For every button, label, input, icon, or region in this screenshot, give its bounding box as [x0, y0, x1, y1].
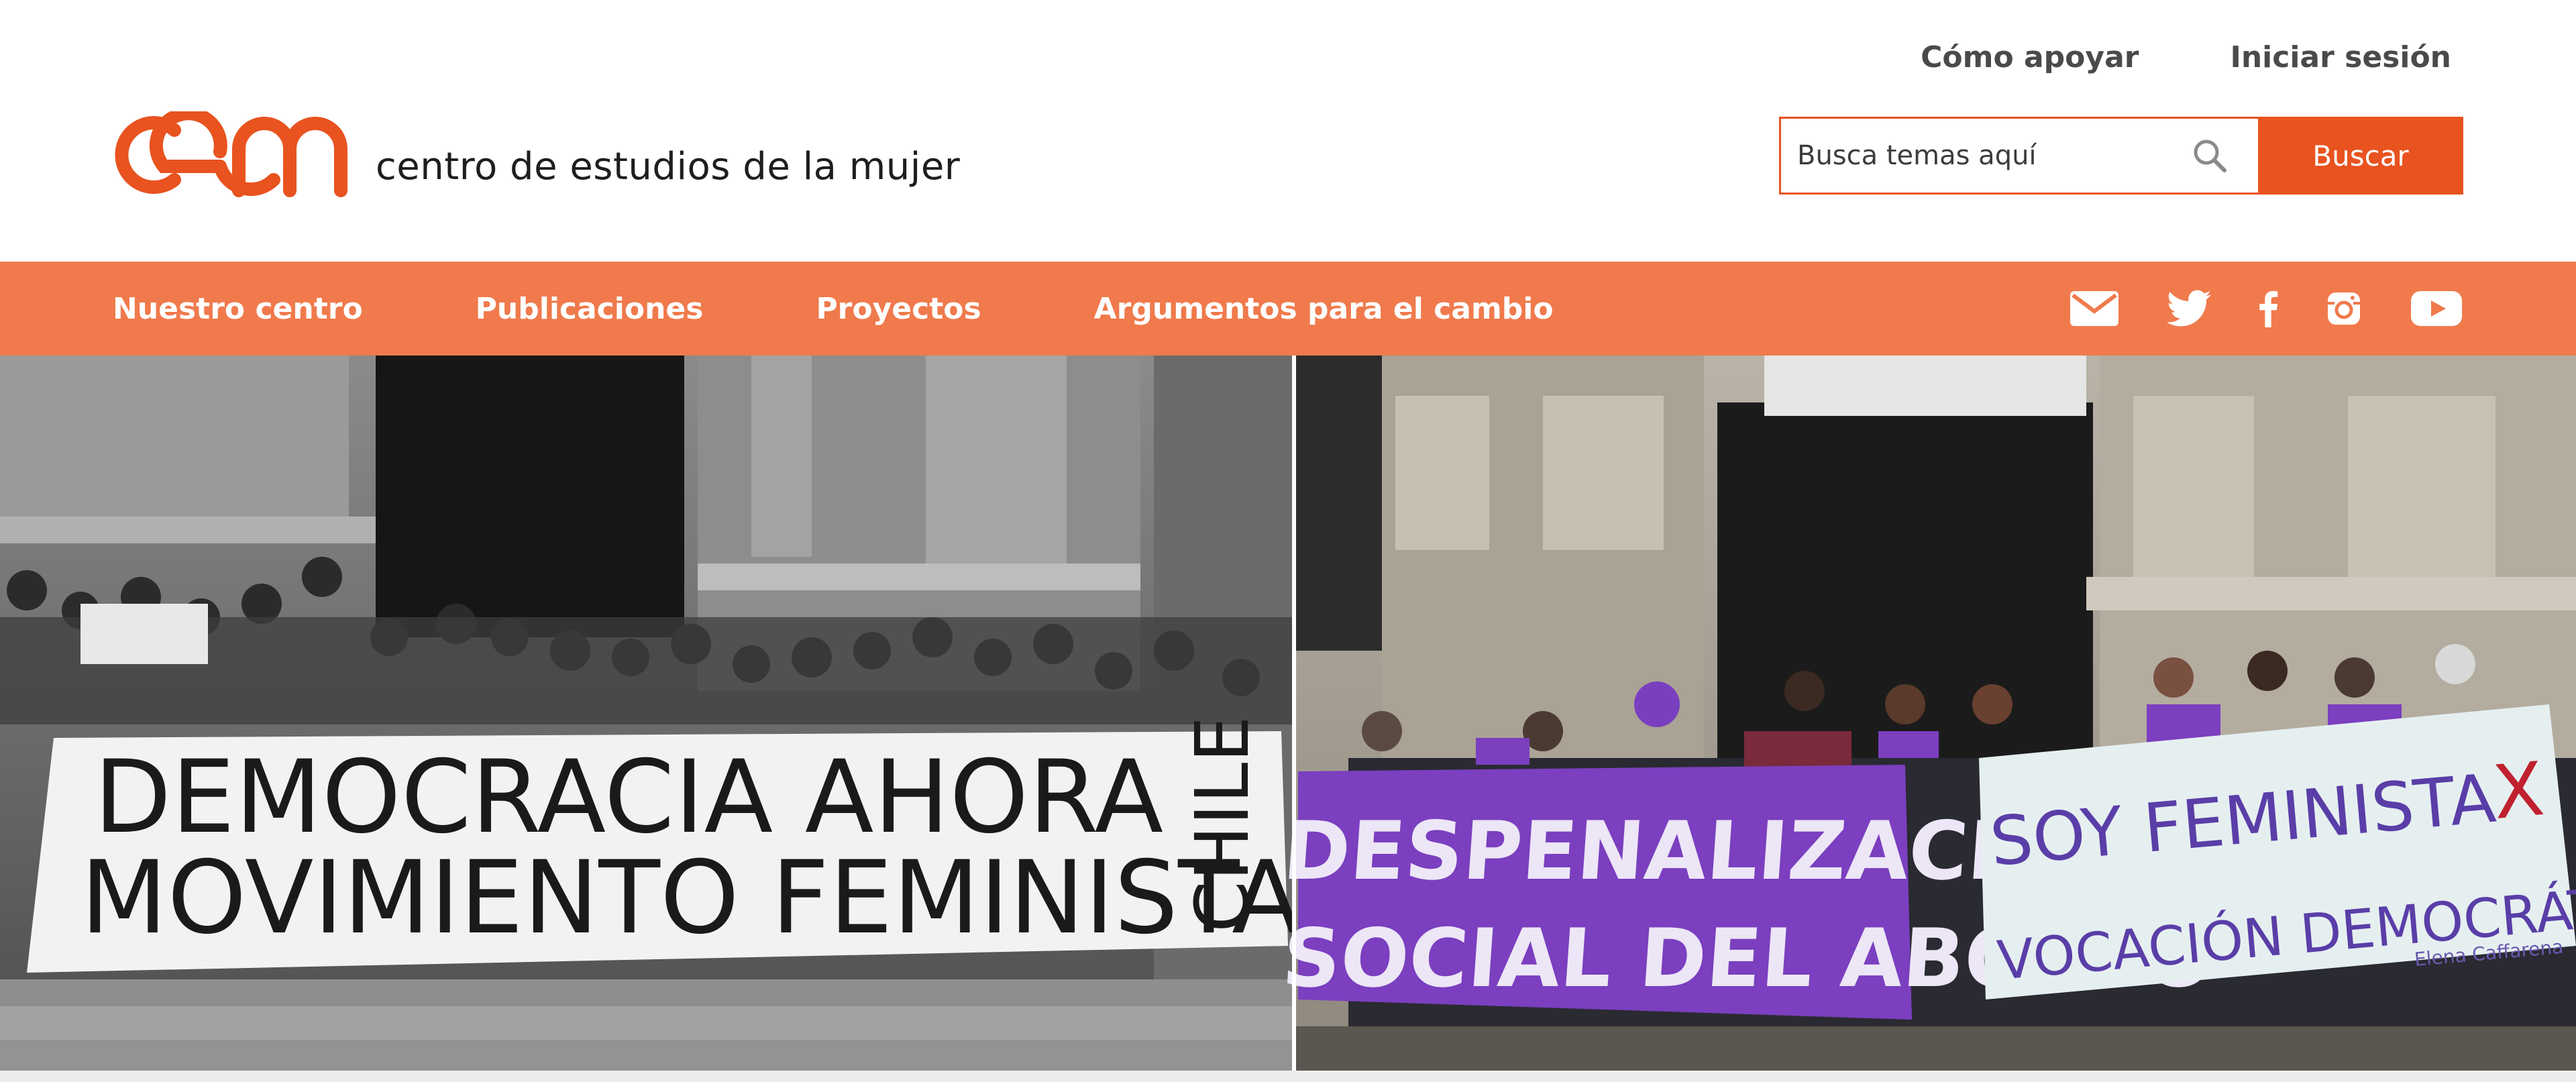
- support-link[interactable]: Cómo apoyar: [1921, 40, 2139, 74]
- search-field: [1779, 117, 2258, 195]
- banner-line-2: MOVIMIENTO FEMINISTA: [80, 840, 1301, 957]
- photo-divider: [1292, 356, 1296, 1071]
- youtube-icon[interactable]: [2410, 290, 2463, 327]
- historic-photo: DEMOCRACIA AHORA MOVIMIENTO FEMINISTA CH…: [0, 356, 1301, 1071]
- banner-right-mark: X: [2489, 746, 2547, 836]
- site-header: Cómo apoyar Iniciar sesión centro de est…: [0, 0, 2576, 262]
- banner-side-text: CHILE: [1179, 716, 1265, 932]
- hero-image: DEMOCRACIA AHORA MOVIMIENTO FEMINISTA CH…: [0, 356, 2576, 1071]
- nav-item-argumentos[interactable]: Argumentos para el cambio: [1094, 292, 1554, 326]
- top-links: Cómo apoyar Iniciar sesión: [1921, 40, 2451, 74]
- nav-item-publicaciones[interactable]: Publicaciones: [476, 292, 704, 326]
- main-nav: Nuestro centro Publicaciones Proyectos A…: [0, 262, 2576, 356]
- cem-logo-mark: [115, 111, 347, 197]
- search-form: Buscar: [1779, 117, 2463, 195]
- site-logo[interactable]: centro de estudios de la mujer: [113, 111, 960, 199]
- login-link[interactable]: Iniciar sesión: [2230, 40, 2451, 74]
- nav-item-nuestro-centro[interactable]: Nuestro centro: [113, 292, 363, 326]
- nav-item-proyectos[interactable]: Proyectos: [816, 292, 981, 326]
- social-links: [2069, 262, 2463, 356]
- search-button[interactable]: Buscar: [2258, 117, 2463, 195]
- twitter-icon[interactable]: [2167, 290, 2211, 327]
- facebook-icon[interactable]: [2258, 290, 2278, 327]
- banner-line-1: DEMOCRACIA AHORA: [94, 739, 1163, 856]
- search-input[interactable]: [1797, 140, 2186, 171]
- nav-menu: Nuestro centro Publicaciones Proyectos A…: [113, 262, 1554, 356]
- hero-collage: DEMOCRACIA AHORA MOVIMIENTO FEMINISTA CH…: [0, 356, 2576, 1071]
- instagram-icon[interactable]: [2325, 290, 2363, 327]
- search-icon[interactable]: [2186, 132, 2233, 179]
- logo-text: centro de estudios de la mujer: [376, 144, 961, 188]
- mail-icon[interactable]: [2069, 290, 2120, 327]
- page-bottom-strip: [0, 1071, 2576, 1082]
- recent-photo: DESPENALIZACION SOCIAL DEL ABORTO SOY FE…: [1279, 356, 2576, 1071]
